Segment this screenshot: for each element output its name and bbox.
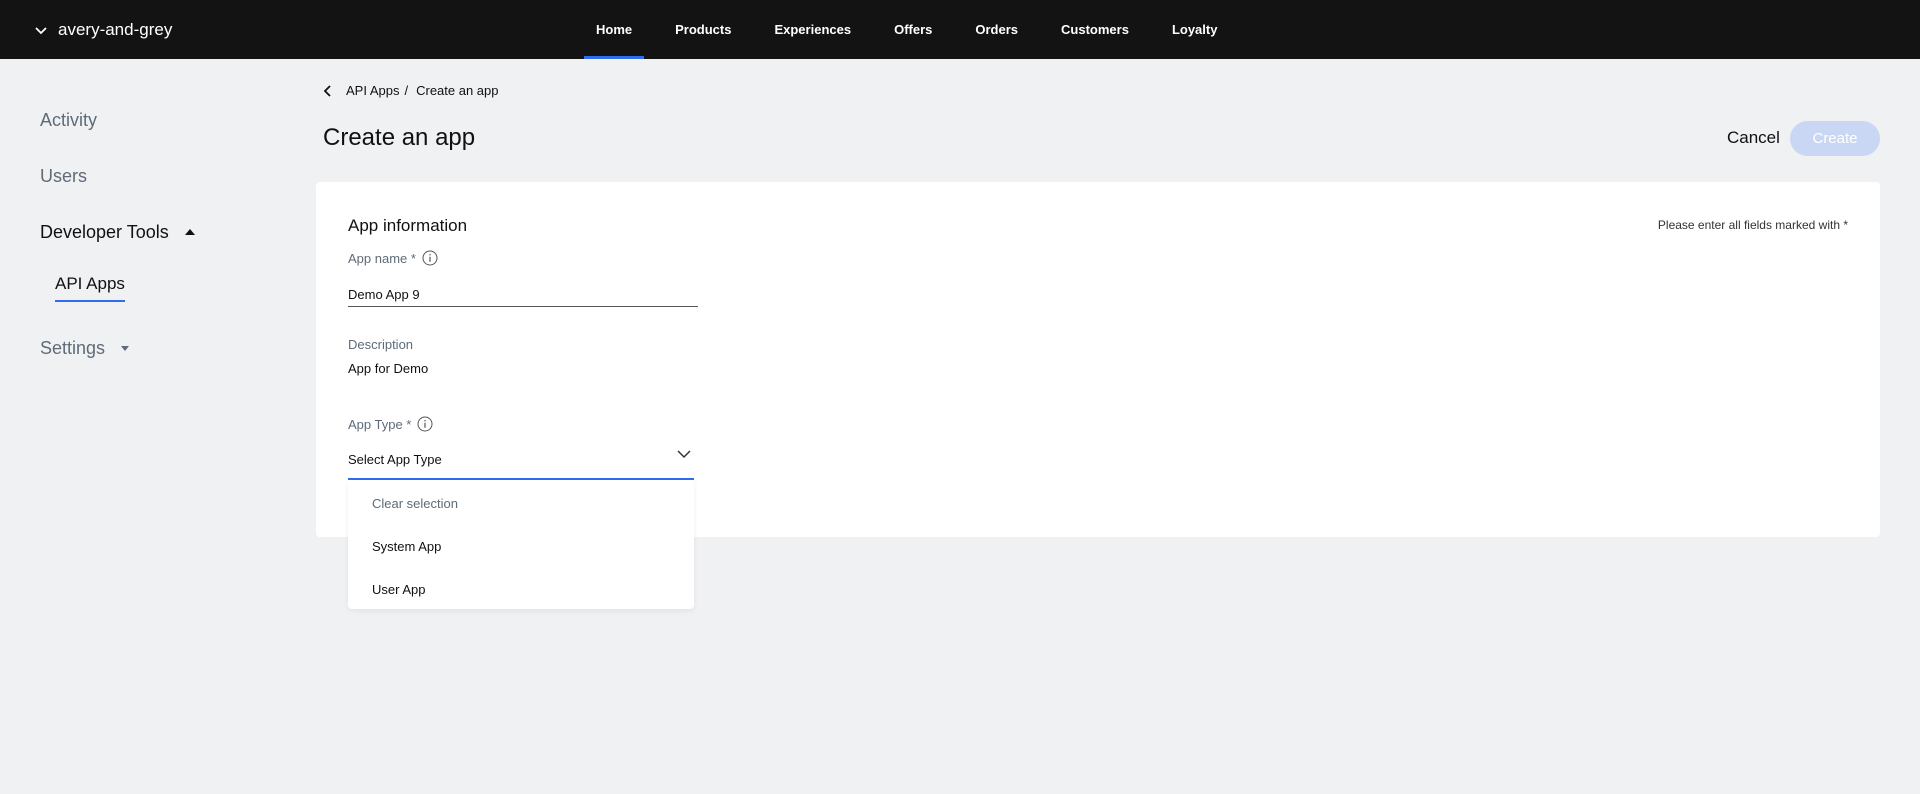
nav-offers[interactable]: Offers	[882, 0, 944, 59]
description-field[interactable]: App for Demo	[348, 361, 428, 376]
sidebar-item-label: Users	[40, 165, 88, 186]
nav-experiences[interactable]: Experiences	[762, 0, 863, 59]
nav-customers[interactable]: Customers	[1049, 0, 1141, 59]
breadcrumb: API Apps / Create an app	[322, 83, 499, 98]
sidebar-item-api-apps[interactable]: API Apps	[55, 270, 125, 302]
section-title: App information	[348, 216, 468, 235]
sidebar-item-developer-tools[interactable]: Developer Tools	[40, 217, 195, 247]
cancel-button[interactable]: Cancel	[1727, 128, 1780, 148]
dropdown-option-user-app[interactable]: User App	[372, 582, 425, 597]
nav-loyalty[interactable]: Loyalty	[1160, 0, 1230, 59]
breadcrumb-parent-link[interactable]: API Apps	[346, 83, 399, 98]
app-type-label: App Type *	[348, 416, 433, 432]
app-type-select-value: Select App Type	[348, 451, 442, 467]
sidebar-item-users[interactable]: Users	[40, 161, 87, 191]
info-icon[interactable]	[422, 250, 438, 266]
info-icon[interactable]	[417, 416, 433, 432]
app-type-dropdown-menu: Clear selection System App User App	[348, 480, 694, 609]
breadcrumb-separator: /	[404, 83, 409, 98]
nav-products[interactable]: Products	[663, 0, 743, 59]
chevron-down-icon	[35, 26, 47, 34]
top-navigation-bar: avery-and-grey Home Products Experiences…	[0, 0, 1920, 59]
org-switcher[interactable]: avery-and-grey	[32, 0, 172, 59]
chevron-left-icon[interactable]	[322, 84, 334, 98]
sidebar-item-label: Activity	[40, 109, 98, 130]
description-label: Description	[348, 337, 414, 352]
app-type-select[interactable]: Select App Type	[348, 440, 694, 480]
sidebar-item-label: Developer Tools	[40, 221, 169, 242]
create-button[interactable]: Create	[1790, 121, 1880, 156]
caret-down-icon	[121, 345, 130, 351]
app-type-label-text: App Type *	[348, 416, 412, 432]
org-name: avery-and-grey	[58, 19, 173, 39]
breadcrumb-current: Create an app	[416, 83, 499, 98]
app-name-label: App name *	[348, 250, 438, 266]
sidebar-item-activity[interactable]: Activity	[40, 105, 97, 135]
dropdown-option-system-app[interactable]: System App	[372, 539, 441, 554]
page-title: Create an app	[323, 124, 476, 151]
sidebar-item-settings[interactable]: Settings	[40, 333, 130, 363]
sidebar-item-label: Settings	[40, 337, 106, 358]
required-fields-note: Please enter all fields marked with *	[1657, 218, 1848, 232]
nav-orders[interactable]: Orders	[963, 0, 1030, 59]
nav-home[interactable]: Home	[584, 0, 645, 59]
sidebar-item-label: API Apps	[55, 274, 125, 293]
app-name-label-text: App name *	[348, 250, 416, 266]
chevron-down-icon	[677, 450, 691, 459]
dropdown-option-clear-selection[interactable]: Clear selection	[372, 496, 458, 511]
caret-up-icon	[184, 229, 195, 235]
app-name-input[interactable]	[348, 282, 698, 307]
main-nav: Home Products Experiences Offers Orders …	[584, 0, 1229, 59]
